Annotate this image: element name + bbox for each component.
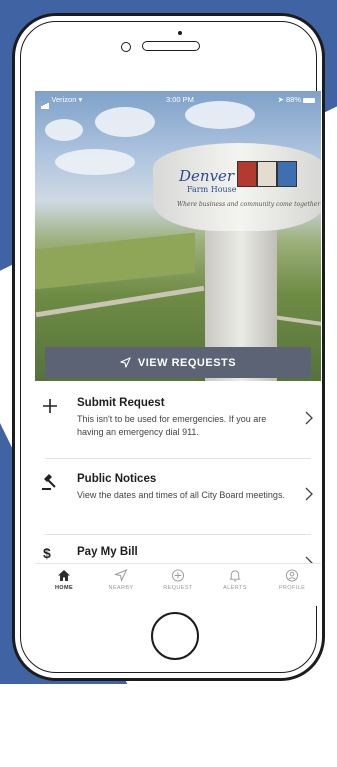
tab-profile[interactable]: PROFILE — [265, 569, 319, 591]
storefront-graphic — [277, 161, 297, 187]
view-requests-button[interactable]: VIEW REQUESTS — [45, 347, 311, 378]
status-time: 3:00 PM — [166, 95, 194, 104]
tab-nearby[interactable]: NEARBY — [94, 569, 148, 591]
home-button[interactable] — [151, 612, 199, 660]
water-tower-tank: Denver Farm House Where business and com… — [153, 143, 321, 231]
view-requests-label: VIEW REQUESTS — [137, 356, 237, 369]
paper-plane-icon — [120, 357, 131, 368]
app-screen: Denver Farm House Where business and com… — [35, 91, 321, 606]
status-bar: Verizon ▾ 3:00 PM ➤ 88% — [35, 91, 321, 110]
item-title: Submit Request — [77, 397, 165, 409]
divider — [45, 534, 311, 535]
item-description: View the dates and times of all City Boa… — [77, 490, 285, 500]
carrier-label: Verizon — [51, 95, 77, 104]
tab-home[interactable]: HOME — [37, 569, 91, 591]
battery-icon — [303, 97, 315, 103]
chevron-right-icon — [305, 487, 313, 501]
storefront-graphic — [257, 161, 277, 187]
earpiece-speaker — [142, 41, 200, 51]
cloud — [55, 149, 135, 175]
status-left: Verizon ▾ — [41, 91, 83, 110]
tab-bar: HOME NEARBY REQUEST ALERTS PROFILE — [35, 563, 321, 606]
dollar-icon: $ — [43, 545, 51, 561]
item-description: This isn't to be used for emergencies. I… — [77, 414, 267, 437]
tab-label: ALERTS — [223, 585, 247, 591]
item-title: Public Notices — [77, 473, 157, 485]
tab-label: NEARBY — [108, 585, 134, 591]
list-item-submit-request[interactable]: Submit Request This isn't to be used for… — [35, 397, 321, 457]
tab-label: HOME — [54, 585, 74, 591]
signal-icon — [41, 91, 49, 110]
wifi-icon: ▾ — [78, 95, 83, 104]
location-icon: ➤ — [277, 95, 284, 104]
proximity-sensor — [178, 31, 182, 35]
battery-percent: 88% — [285, 95, 301, 104]
chevron-right-icon — [305, 411, 313, 425]
status-right: ➤ 88% — [278, 91, 315, 109]
tab-label: REQUEST — [163, 585, 193, 591]
tab-request[interactable]: REQUEST — [151, 569, 205, 591]
road — [35, 285, 205, 318]
cloud — [45, 119, 83, 141]
plus-circle-icon — [171, 569, 185, 582]
user-circle-icon — [285, 569, 299, 582]
home-icon — [58, 570, 70, 581]
gavel-icon — [42, 474, 56, 490]
tank-tagline: Where business and community come togeth… — [177, 201, 321, 208]
tab-label: PROFILE — [278, 585, 306, 591]
plus-icon — [43, 399, 57, 413]
list-item-pay-my-bill[interactable]: $ Pay My Bill — [35, 545, 321, 570]
bell-icon — [229, 570, 241, 582]
divider — [45, 458, 311, 459]
field — [35, 232, 195, 290]
storefront-graphic — [237, 161, 257, 187]
tank-name: Denver — [179, 167, 235, 185]
front-camera — [121, 42, 131, 52]
tank-subtitle: Farm House — [187, 185, 237, 194]
navigation-icon — [114, 569, 128, 582]
tab-alerts[interactable]: ALERTS — [208, 569, 262, 591]
list-item-public-notices[interactable]: Public Notices View the dates and times … — [35, 473, 321, 527]
item-title: Pay My Bill — [77, 546, 138, 558]
cloud — [95, 107, 155, 137]
hero-image: Denver Farm House Where business and com… — [35, 91, 321, 381]
